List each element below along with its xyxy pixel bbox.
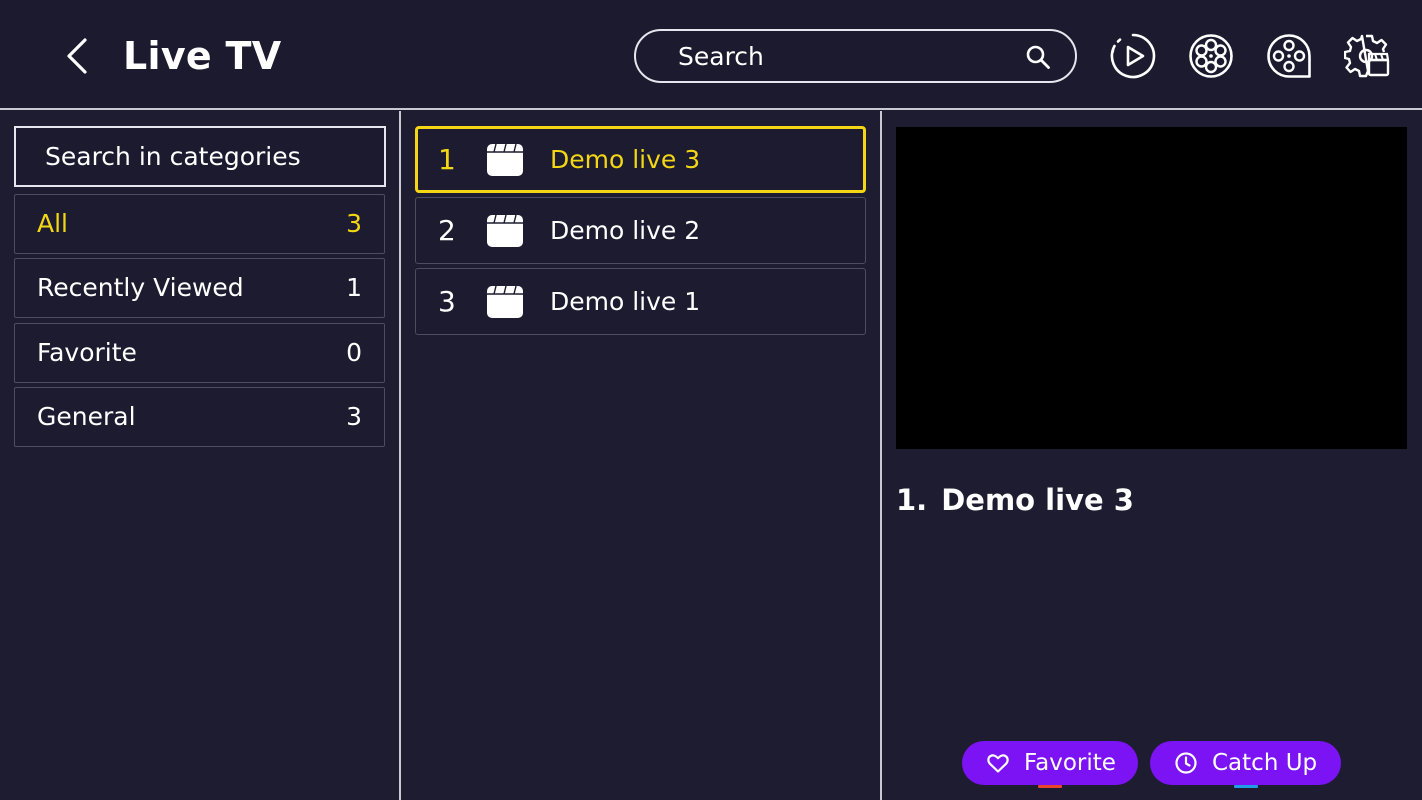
back-arrow-icon [67,38,87,74]
back-button[interactable] [56,34,100,78]
channel-number: 1 [438,143,456,176]
channel-name: Demo live 1 [550,287,701,316]
now-playing-number: 1. [896,483,928,517]
category-label: General [37,402,136,431]
search-icon[interactable] [1025,44,1051,70]
channel-item[interactable]: 1 Demo live 3 [415,126,866,193]
channel-item[interactable]: 3 Demo live 1 [415,268,866,335]
category-search-field[interactable]: Search in categories [14,126,386,187]
film-reel-tape-icon[interactable] [1266,33,1312,79]
category-count: 3 [346,402,362,431]
catch-up-button[interactable]: Catch Up [1150,741,1341,788]
channel-number: 2 [438,214,456,247]
category-count: 0 [346,338,362,367]
now-playing-name: Demo live 3 [941,483,1134,517]
channel-number: 3 [438,285,456,318]
page-title: Live TV [123,34,282,78]
column-divider [399,111,401,800]
top-bar: Live TV [0,0,1422,110]
category-count: 3 [346,209,362,238]
category-item-all[interactable]: All 3 [14,194,385,254]
film-reel-icon[interactable] [1188,33,1234,79]
category-label: All [37,209,68,238]
play-circle-icon[interactable] [1110,33,1156,79]
favorite-button-label: Favorite [1024,750,1116,776]
favorite-button[interactable]: Favorite [962,741,1138,788]
heart-icon [987,754,1009,773]
clapperboard-icon [487,214,523,247]
search-bar[interactable] [634,29,1077,83]
channel-name: Demo live 3 [550,145,701,174]
category-count: 1 [346,273,362,302]
search-input[interactable] [678,38,1018,74]
settings-clapper-icon[interactable] [1344,33,1390,79]
category-label: Recently Viewed [37,273,244,302]
favorite-indicator [1038,785,1062,788]
catch-up-button-label: Catch Up [1212,750,1318,776]
category-item-favorite[interactable]: Favorite 0 [14,323,385,383]
category-item-recently-viewed[interactable]: Recently Viewed 1 [14,258,385,318]
now-playing-title: 1. Demo live 3 [896,480,1134,520]
channel-item[interactable]: 2 Demo live 2 [415,197,866,264]
category-label: Favorite [37,338,137,367]
column-divider [880,111,882,800]
category-item-general[interactable]: General 3 [14,387,385,447]
catch-up-indicator [1234,785,1258,788]
clock-icon [1175,752,1197,774]
clapperboard-icon [487,285,523,318]
clapperboard-icon [487,143,523,176]
live-tv-screen: Live TV Search Search in categories All … [0,0,1422,800]
channel-name: Demo live 2 [550,216,701,245]
video-player[interactable] [896,127,1407,449]
